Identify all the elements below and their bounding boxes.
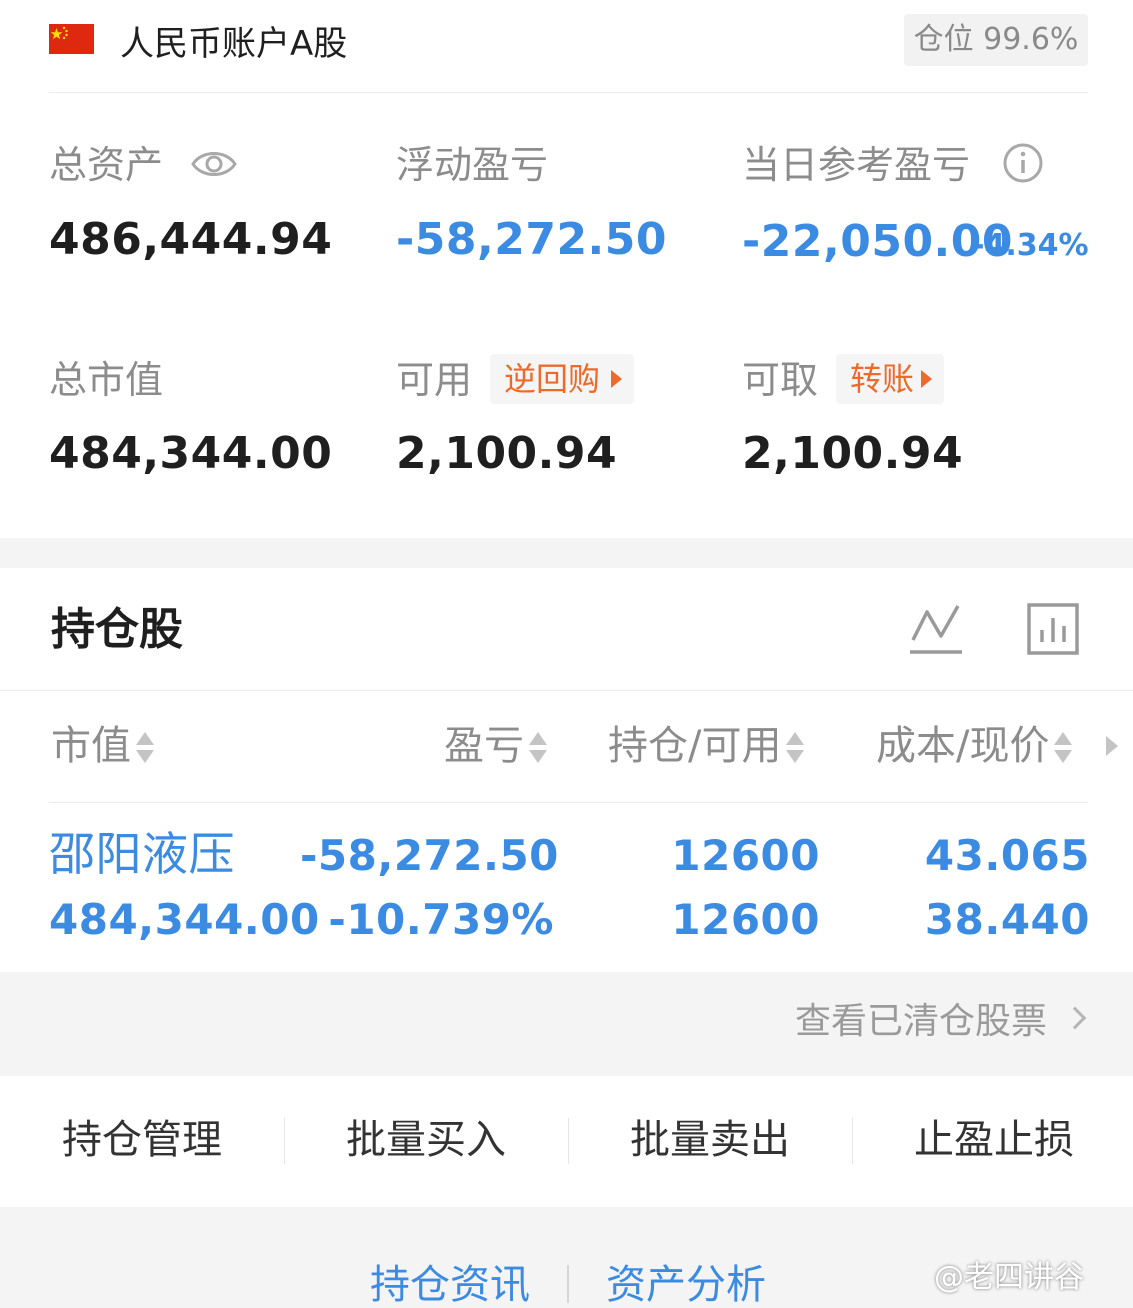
line-chart-icon[interactable] bbox=[908, 602, 964, 662]
batch-buy-button[interactable]: 批量买入 bbox=[284, 1114, 568, 1166]
daily-pnl-label: 当日参考盈亏 bbox=[742, 143, 971, 187]
row-divider bbox=[49, 802, 1088, 803]
caret-right-icon bbox=[611, 370, 622, 388]
column-header-pnl[interactable]: 盈亏 bbox=[444, 720, 548, 772]
column-header-label: 持仓/可用 bbox=[608, 723, 782, 769]
take-profit-stop-loss-button[interactable]: 止盈止损 bbox=[852, 1114, 1133, 1166]
account-name[interactable]: 人民币账户A股 bbox=[120, 22, 347, 66]
chevron-right-icon bbox=[1063, 1006, 1087, 1030]
stock-name[interactable]: 邵阳液压 bbox=[49, 826, 235, 882]
eye-icon[interactable] bbox=[190, 146, 238, 186]
sort-icon bbox=[1053, 730, 1073, 766]
stock-market-value: 484,344.00 bbox=[49, 895, 320, 944]
stock-cost: 43.065 bbox=[924, 831, 1090, 880]
transfer-label: 转账 bbox=[850, 360, 915, 398]
holdings-news-link[interactable]: 持仓资讯 bbox=[370, 1259, 530, 1308]
column-header-position[interactable]: 持仓/可用 bbox=[608, 720, 805, 772]
cleared-stocks-bar: 查看已清仓股票 bbox=[0, 972, 1133, 1076]
caret-right-icon bbox=[921, 370, 932, 388]
weibo-watermark: @老四讲谷 bbox=[934, 1260, 1084, 1295]
sort-icon bbox=[528, 730, 548, 766]
section-separator bbox=[0, 538, 1133, 568]
column-header-label: 市值 bbox=[51, 723, 131, 769]
asset-analysis-link[interactable]: 资产分析 bbox=[606, 1259, 766, 1308]
info-icon[interactable] bbox=[1002, 142, 1044, 188]
available-label: 可用 bbox=[396, 358, 473, 402]
reverse-repo-button[interactable]: 逆回购 bbox=[490, 354, 634, 404]
account-header: 人民币账户A股 仓位 99.6% bbox=[0, 0, 1133, 93]
action-bar: 持仓管理 批量买入 批量卖出 止盈止损 bbox=[0, 1076, 1133, 1207]
cleared-stocks-link[interactable]: 查看已清仓股票 bbox=[795, 998, 1047, 1046]
stock-pnl-percent: -10.739% bbox=[328, 895, 554, 944]
scroll-right-icon[interactable] bbox=[1106, 736, 1118, 756]
floating-pnl-value: -58,272.50 bbox=[396, 214, 667, 265]
stock-pnl: -58,272.50 bbox=[300, 831, 559, 880]
china-flag-icon bbox=[49, 24, 94, 54]
withdrawable-label: 可取 bbox=[742, 358, 819, 402]
bottom-divider bbox=[567, 1265, 569, 1303]
available-value: 2,100.94 bbox=[396, 428, 618, 479]
daily-pnl-percent: -4.34% bbox=[972, 228, 1089, 263]
withdrawable-value: 2,100.94 bbox=[742, 428, 964, 479]
position-management-button[interactable]: 持仓管理 bbox=[0, 1114, 284, 1166]
bar-chart-icon[interactable] bbox=[1026, 602, 1080, 660]
stock-position: 12600 bbox=[671, 831, 820, 880]
stock-available: 12600 bbox=[671, 895, 820, 944]
sort-icon bbox=[135, 730, 155, 766]
position-ratio-badge: 仓位 99.6% bbox=[904, 14, 1088, 66]
column-header-cost-price[interactable]: 成本/现价 bbox=[876, 720, 1073, 772]
stock-price: 38.440 bbox=[924, 895, 1090, 944]
batch-sell-button[interactable]: 批量卖出 bbox=[568, 1114, 852, 1166]
sort-icon bbox=[785, 730, 805, 766]
market-value-value: 484,344.00 bbox=[49, 428, 333, 479]
column-header-label: 成本/现价 bbox=[876, 723, 1050, 769]
holdings-divider bbox=[0, 690, 1133, 691]
holdings-title: 持仓股 bbox=[51, 604, 183, 655]
floating-pnl-label: 浮动盈亏 bbox=[396, 143, 549, 187]
total-assets-label: 总资产 bbox=[49, 143, 164, 187]
header-divider bbox=[49, 92, 1088, 93]
transfer-button[interactable]: 转账 bbox=[836, 354, 944, 404]
column-header-label: 盈亏 bbox=[444, 723, 524, 769]
column-header-market-value[interactable]: 市值 bbox=[51, 720, 155, 772]
reverse-repo-label: 逆回购 bbox=[504, 360, 601, 398]
market-value-label: 总市值 bbox=[49, 358, 164, 402]
total-assets-value: 486,444.94 bbox=[49, 214, 333, 265]
